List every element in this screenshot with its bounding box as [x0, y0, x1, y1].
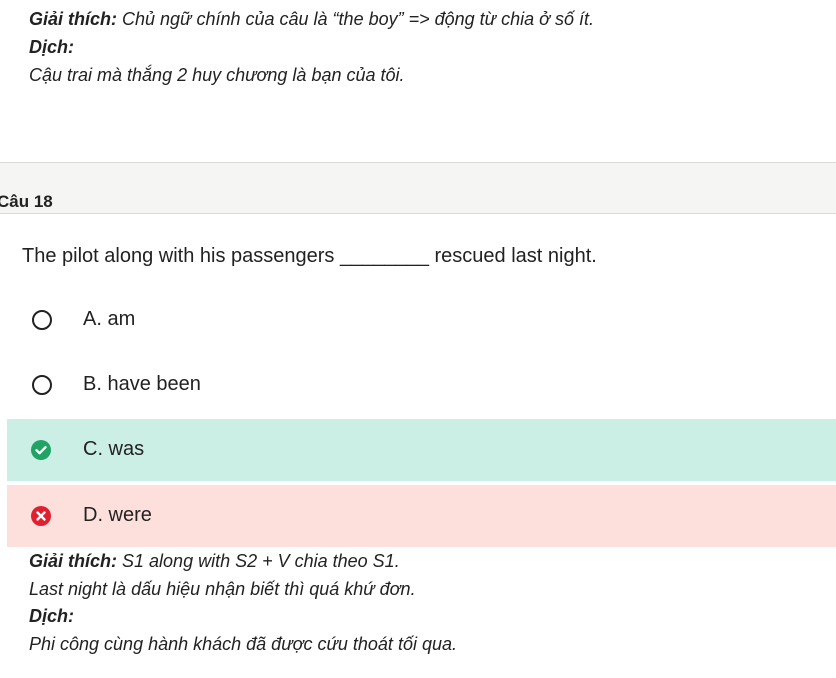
- prev-explanation: Giải thích: Chủ ngữ chính của câu là “th…: [29, 5, 594, 33]
- translation-text: Phi công cùng hành khách đã được cứu tho…: [29, 634, 457, 654]
- option-label: C. was: [83, 438, 145, 460]
- explanation-line2: Last night là dấu hiệu nhận biết thì quá…: [29, 579, 416, 599]
- x-circle-icon: [31, 506, 51, 526]
- prev-translation: Cậu trai mà thắng 2 huy chương là bạn củ…: [29, 65, 405, 85]
- option-a[interactable]: A. am: [7, 289, 836, 351]
- explanation-text: Chủ ngữ chính của câu là “the boy” => độ…: [117, 9, 594, 29]
- question-number: Câu 18: [0, 192, 53, 211]
- option-d[interactable]: D. were: [7, 485, 836, 547]
- translation-label: Dịch:: [29, 606, 74, 626]
- option-label: A. am: [83, 308, 136, 330]
- option-c[interactable]: C. was: [7, 419, 836, 481]
- question-text: The pilot along with his passengers ____…: [22, 245, 597, 267]
- radio-icon[interactable]: [32, 310, 52, 330]
- prev-translation-label: Dịch:: [29, 37, 74, 57]
- check-circle-icon: [31, 440, 51, 460]
- explanation-text: S1 along with S2 + V chia theo S1.: [117, 551, 400, 571]
- radio-icon[interactable]: [32, 375, 52, 395]
- option-label: D. were: [83, 504, 152, 526]
- option-b[interactable]: B. have been: [7, 354, 836, 416]
- explanation: Giải thích: S1 along with S2 + V chia th…: [29, 547, 400, 575]
- question-header: Câu 18: [0, 162, 836, 214]
- explanation-label: Giải thích:: [29, 9, 118, 29]
- option-label: B. have been: [83, 373, 201, 395]
- explanation-label: Giải thích:: [29, 551, 118, 571]
